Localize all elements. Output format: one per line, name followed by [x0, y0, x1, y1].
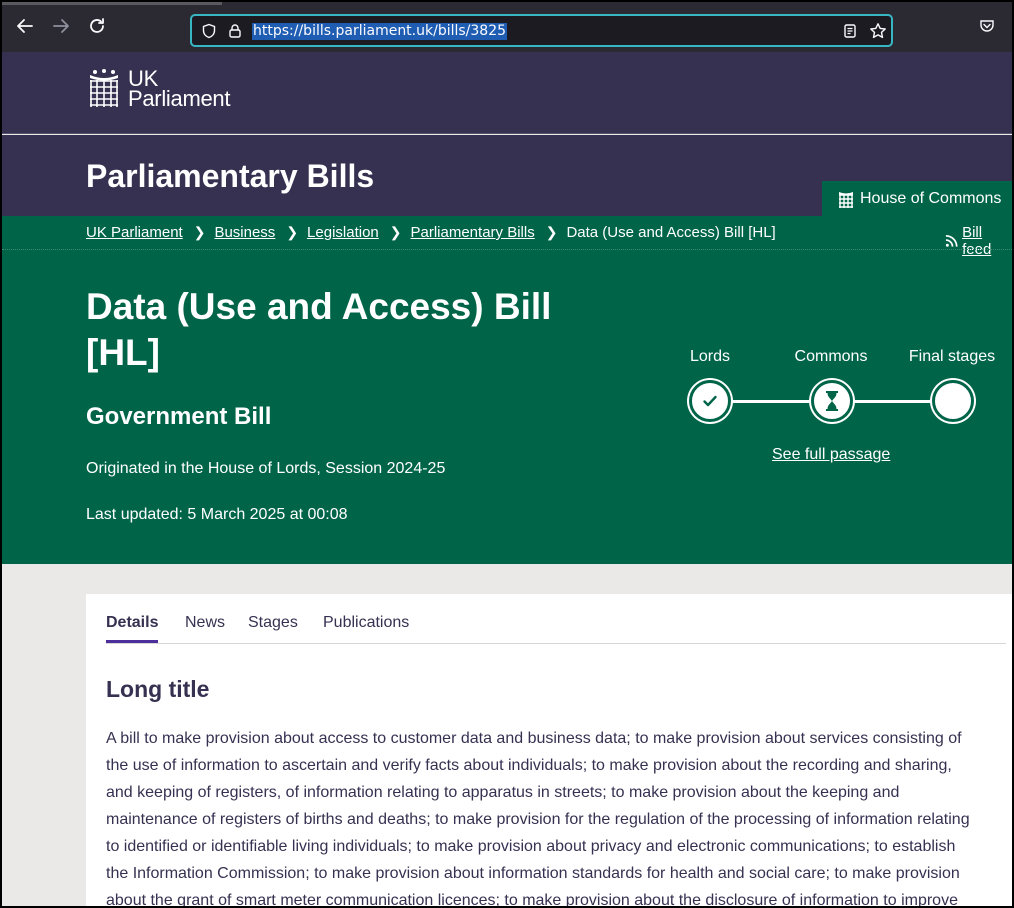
portcullis-icon	[90, 69, 118, 107]
breadcrumb-uk-parliament[interactable]: UK Parliament	[86, 224, 183, 241]
address-bar[interactable]: https://bills.parliament.uk/bills/3825	[190, 14, 893, 47]
bill-details-card: Details News Stages Publications Long ti…	[86, 594, 1012, 906]
chevron-right-icon: ❯	[545, 224, 558, 240]
browser-window: https://bills.parliament.uk/bills/3825 U…	[2, 2, 1012, 906]
long-title-text: A bill to make provision about access to…	[106, 725, 1006, 906]
bill-feed-link[interactable]: Bill feed	[945, 224, 1012, 258]
bill-origin: Originated in the House of Lords, Sessio…	[86, 460, 446, 477]
tab-publications[interactable]: Publications	[323, 614, 409, 640]
site-header: UK Parliament	[2, 52, 1012, 134]
bill-hero: UK Parliament ❯ Business ❯ Legislation ❯…	[2, 216, 1012, 564]
tab-news[interactable]: News	[185, 614, 225, 640]
long-title-line: and keeping of registers, of information…	[106, 784, 900, 801]
bill-title: Data (Use and Access) Bill [HL]	[86, 284, 606, 376]
stage-label-lords: Lords	[689, 348, 731, 365]
lock-icon[interactable]	[225, 21, 245, 41]
long-title-line: to identified or identifiable living ind…	[106, 838, 956, 855]
breadcrumb-divider	[2, 249, 1012, 250]
rss-icon	[945, 235, 958, 247]
bill-type: Government Bill	[86, 403, 272, 430]
stage-final-pending	[932, 380, 974, 422]
long-title-heading: Long title	[106, 676, 210, 702]
long-title-line: A bill to make provision about access to…	[106, 730, 962, 747]
hourglass-icon	[826, 391, 838, 411]
progress-connector	[728, 400, 814, 403]
reader-view-icon[interactable]	[840, 21, 860, 41]
reload-icon[interactable]	[86, 15, 108, 37]
checkmark-icon	[703, 395, 717, 407]
progress-connector	[850, 400, 936, 403]
long-title-line: the use of information to ascertain and …	[106, 757, 952, 774]
stage-commons-in-progress	[811, 380, 853, 422]
logo-line-parliament: Parliament	[128, 86, 231, 111]
section-title[interactable]: Parliamentary Bills	[86, 158, 374, 195]
long-title-line: about the grant of smart meter communica…	[106, 892, 958, 906]
stage-label-commons: Commons	[794, 348, 868, 365]
browser-toolbar: https://bills.parliament.uk/bills/3825	[2, 2, 1012, 52]
bill-title-line: [HL]	[86, 332, 160, 373]
chevron-right-icon: ❯	[389, 224, 402, 240]
long-title-line: maintenance of registers of births and d…	[106, 811, 970, 828]
house-of-commons-tab[interactable]: House of Commons	[822, 181, 1012, 217]
tab-strip	[2, 2, 222, 5]
forward-icon[interactable]	[50, 15, 72, 37]
see-full-passage-link[interactable]: See full passage	[772, 446, 890, 464]
long-title-line: the Information Commission; to make prov…	[106, 865, 960, 882]
tab-details[interactable]: Details	[106, 614, 159, 643]
house-of-commons-label: House of Commons	[860, 190, 1002, 207]
back-icon[interactable]	[14, 15, 36, 37]
chevron-right-icon: ❯	[286, 224, 299, 240]
logo-text: UK Parliament	[128, 68, 231, 111]
stage-lords-complete	[689, 380, 731, 422]
portcullis-icon	[839, 191, 853, 208]
bill-feed-label[interactable]: Bill feed	[962, 224, 1012, 258]
tab-stages[interactable]: Stages	[248, 614, 298, 640]
chevron-right-icon: ❯	[193, 224, 206, 240]
bill-tabs: Details News Stages Publications	[106, 614, 1006, 644]
breadcrumb-current: Data (Use and Access) Bill [HL]	[566, 224, 776, 241]
breadcrumb-business[interactable]: Business	[214, 224, 275, 241]
uk-parliament-logo[interactable]: UK Parliament	[86, 68, 231, 111]
breadcrumb-legislation[interactable]: Legislation	[307, 224, 379, 241]
stage-label-final: Final stages	[908, 348, 996, 365]
shield-icon[interactable]	[199, 21, 219, 41]
last-updated: Last updated: 5 March 2025 at 00:08	[86, 506, 348, 523]
url-text[interactable]: https://bills.parliament.uk/bills/3825	[252, 23, 508, 40]
pocket-icon[interactable]	[976, 15, 998, 37]
breadcrumb-parliamentary-bills[interactable]: Parliamentary Bills	[411, 224, 535, 241]
bookmark-star-icon[interactable]	[868, 21, 888, 41]
bill-title-line: Data (Use and Access) Bill	[86, 286, 552, 327]
breadcrumb: UK Parliament ❯ Business ❯ Legislation ❯…	[86, 224, 776, 241]
